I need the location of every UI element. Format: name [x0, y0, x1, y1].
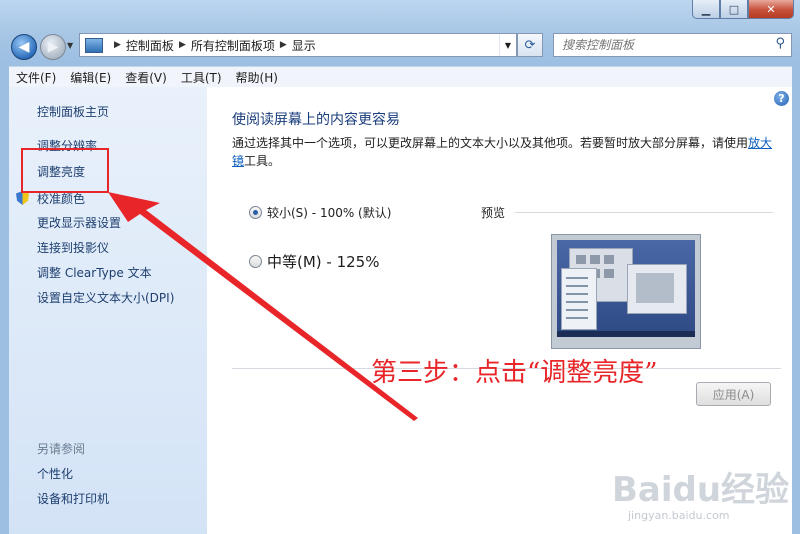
baidu-watermark: Baidu经验 [612, 470, 790, 510]
annotation-arrow [108, 192, 418, 421]
watermark-url: jingyan.baidu.com [628, 509, 730, 522]
step-annotation: 第三步：点击“调整亮度” [371, 358, 658, 388]
